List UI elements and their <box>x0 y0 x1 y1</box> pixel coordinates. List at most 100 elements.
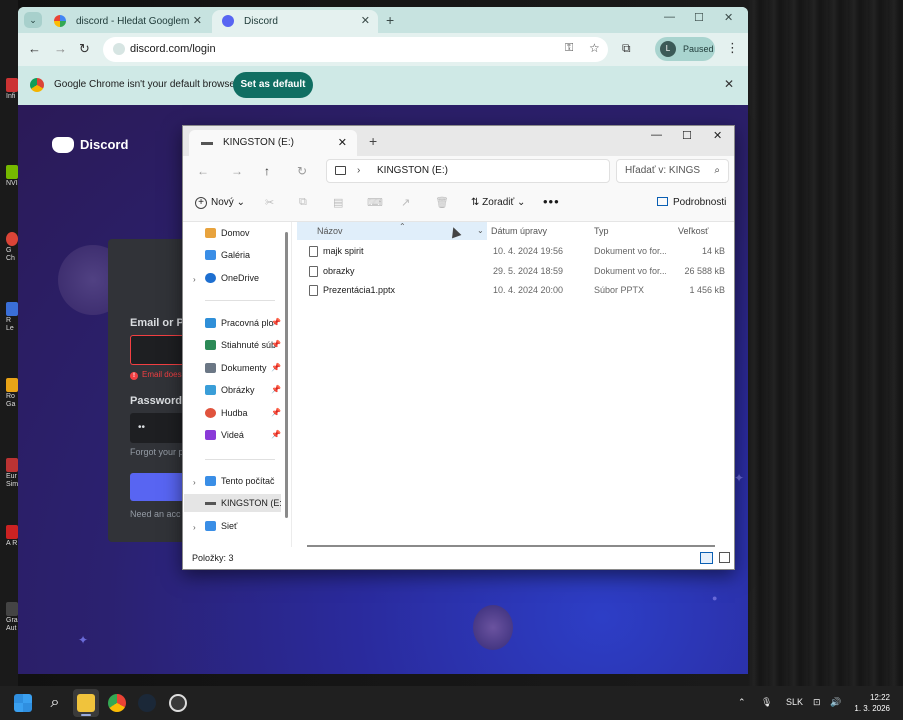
column-header-type[interactable]: Typ <box>594 222 609 240</box>
set-as-default-button[interactable]: Set as default <box>233 72 313 98</box>
close-window-button[interactable]: ✕ <box>713 129 722 142</box>
details-view-icon[interactable] <box>700 552 713 564</box>
decor-planet <box>473 605 513 650</box>
close-window-button[interactable]: ✕ <box>724 11 733 24</box>
pane-divider[interactable] <box>291 222 292 547</box>
delete-icon[interactable]: 🗑 <box>435 196 449 209</box>
column-header-size[interactable]: Veľkosť <box>678 222 709 240</box>
command-bar: + Nový ⌄ ✂ ⧉ ▤ ⌨ ↗ 🗑 ⇅ Zoradiť ⌄ ••• Podr… <box>183 186 734 222</box>
language-indicator[interactable]: SLK <box>786 697 803 707</box>
register-prompt: Need an acc <box>130 509 181 519</box>
search-icon[interactable]: ⌕ <box>46 694 64 712</box>
table-row[interactable]: Prezentácia1.pptx 10. 4. 2024 20:00 Súbo… <box>297 281 732 300</box>
chevron-right-icon: › <box>357 165 361 176</box>
tab-search-button[interactable]: ⌄ <box>24 12 42 28</box>
table-row[interactable]: majk spirit 10. 4. 2024 19:56 Dokument v… <box>297 242 732 261</box>
sidebar-item-desktop[interactable]: Pracovná plo 📌 <box>205 314 281 332</box>
usb-drive-icon <box>205 502 216 505</box>
chevron-right-icon[interactable]: › <box>193 523 196 532</box>
chevron-right-icon[interactable]: › <box>193 275 196 284</box>
item-count: Položky: 3 <box>192 553 234 563</box>
close-tab-icon[interactable]: ✕ <box>193 10 202 33</box>
sidebar-item-downloads[interactable]: Stiahnuté súb 📌 <box>205 336 281 354</box>
minimize-button[interactable]: — <box>651 129 662 141</box>
paste-icon[interactable]: ▤ <box>333 196 343 209</box>
cut-icon[interactable]: ✂ <box>265 196 274 209</box>
chevron-right-icon[interactable]: › <box>193 478 196 487</box>
table-row[interactable]: obrazky 29. 5. 2024 18:59 Dokument vo fo… <box>297 262 732 281</box>
extensions-icon[interactable]: ⧉ <box>622 41 631 56</box>
forward-button[interactable]: → <box>231 164 243 178</box>
volume-icon[interactable]: 🔊 <box>830 697 841 708</box>
refresh-button[interactable]: ↻ <box>297 164 307 178</box>
search-input[interactable]: Hľadať v: KINGS ⌕ <box>616 159 729 183</box>
documents-icon <box>205 363 216 373</box>
more-options-icon[interactable]: ••• <box>543 194 560 209</box>
microphone-icon[interactable]: 🎙 <box>761 697 772 708</box>
new-tab-button[interactable]: + <box>369 133 377 149</box>
explorer-tab[interactable]: KINGSTON (E:) ✕ <box>189 130 357 156</box>
sidebar-item-onedrive[interactable]: OneDrive <box>205 269 281 287</box>
column-header-date[interactable]: Dátum úpravy <box>491 222 547 240</box>
sidebar-item-home[interactable]: Domov <box>205 224 281 242</box>
file-list: ⌃ Názov ⌄ Dátum úpravy Typ Veľkosť majk … <box>295 222 732 547</box>
up-button[interactable]: ↑ <box>264 164 270 178</box>
rename-icon[interactable]: ⌨ <box>367 196 383 209</box>
tiles-view-icon[interactable] <box>719 552 730 563</box>
tab-discord[interactable]: Discord ✕ <box>212 10 378 33</box>
forgot-password-link[interactable]: Forgot your p <box>130 447 184 457</box>
address-bar[interactable]: discord.com/login ⚿ ☆ <box>103 37 608 62</box>
tab-strip: ⌄ discord - Hledat Googlem ✕ Discord ✕ +… <box>18 7 748 33</box>
sidebar-item-videos[interactable]: Videá 📌 <box>205 426 281 444</box>
sidebar-item-this-pc[interactable]: Tento počítač <box>205 472 281 490</box>
column-header-name[interactable]: ⌃ Názov ⌄ <box>297 222 487 240</box>
sparkle-decor: ✦ <box>734 471 745 485</box>
password-key-icon[interactable]: ⚿ <box>565 42 573 55</box>
chrome-icon[interactable] <box>108 694 126 712</box>
details-pane-button[interactable]: Podrobnosti <box>657 197 726 208</box>
close-tab-icon[interactable]: ✕ <box>338 130 347 156</box>
bookmark-star-icon[interactable]: ☆ <box>589 41 600 55</box>
reload-button[interactable]: ↻ <box>79 41 90 57</box>
usb-drive-icon <box>201 142 213 145</box>
maximize-button[interactable]: ☐ <box>694 11 704 24</box>
maximize-button[interactable]: ☐ <box>682 129 692 142</box>
path-bar[interactable]: › KINGSTON (E:) <box>326 159 610 183</box>
app-icon[interactable] <box>169 694 187 712</box>
tab-google-search[interactable]: discord - Hledat Googlem ✕ <box>44 10 210 33</box>
forward-button[interactable]: → <box>54 41 67 56</box>
site-info-icon[interactable] <box>113 43 125 55</box>
minimize-button[interactable]: — <box>664 11 675 23</box>
sidebar-item-documents[interactable]: Dokumenty 📌 <box>205 359 281 377</box>
sidebar-scrollbar[interactable] <box>285 232 288 518</box>
copy-icon[interactable]: ⧉ <box>299 196 307 209</box>
sidebar-item-network[interactable]: Sieť <box>205 517 281 535</box>
file-explorer-icon[interactable] <box>77 694 95 712</box>
back-button[interactable]: ← <box>28 41 41 56</box>
steam-icon[interactable] <box>138 694 156 712</box>
back-button[interactable]: ← <box>197 164 209 178</box>
windows-start-icon[interactable] <box>14 694 32 712</box>
pin-icon: 📌 <box>271 385 281 394</box>
new-tab-button[interactable]: + <box>386 10 394 30</box>
url-text: discord.com/login <box>130 43 216 55</box>
system-clock[interactable]: 12:22 1. 3. 2026 <box>854 692 890 714</box>
pictures-icon <box>205 385 216 395</box>
plus-icon: + <box>195 197 207 209</box>
chevron-down-icon[interactable]: ⌄ <box>477 222 484 240</box>
taskbar: ⌕ ⌃ 🎙 SLK ⊡ 🔊 12:22 1. 3. 2026 <box>0 686 903 720</box>
new-button[interactable]: + Nový ⌄ <box>195 197 245 209</box>
profile-button[interactable]: L Paused <box>655 37 715 61</box>
chevron-up-icon[interactable]: ⌃ <box>738 697 746 708</box>
chrome-menu-icon[interactable]: ⋮ <box>726 40 739 56</box>
close-infobar-icon[interactable]: ✕ <box>724 77 734 91</box>
sidebar-item-pictures[interactable]: Obrázky 📌 <box>205 381 281 399</box>
network-icon[interactable]: ⊡ <box>813 697 821 708</box>
sidebar-item-music[interactable]: Hudba 📌 <box>205 404 281 422</box>
sort-button[interactable]: ⇅ Zoradiť ⌄ <box>471 197 525 208</box>
share-icon[interactable]: ↗ <box>401 196 410 209</box>
sidebar-item-gallery[interactable]: Galéria <box>205 246 281 264</box>
close-tab-icon[interactable]: ✕ <box>361 10 370 33</box>
sidebar-divider <box>205 300 275 301</box>
sidebar-item-kingston[interactable]: KINGSTON (E:) <box>184 494 281 512</box>
